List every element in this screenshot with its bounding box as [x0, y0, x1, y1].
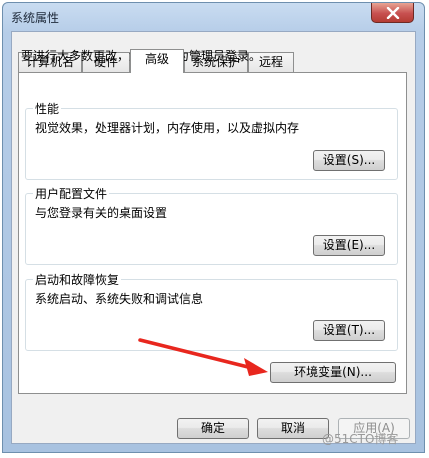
tab-label: 远程 — [258, 55, 283, 69]
startup-recovery-label: 启动和故障恢复 — [33, 271, 122, 288]
performance-desc: 视觉效果，处理器计划，内存使用，以及虚拟内存 — [35, 121, 300, 135]
performance-group: 性能 视觉效果，处理器计划，内存使用，以及虚拟内存 设置(S)... — [25, 100, 398, 180]
user-profiles-group: 用户配置文件 与您登录有关的桌面设置 设置(E)... — [25, 185, 398, 265]
cancel-button[interactable]: 取消 — [257, 418, 329, 439]
ok-button[interactable]: 确定 — [177, 418, 249, 439]
environment-variables-button[interactable]: 环境变量(N)... — [270, 362, 396, 383]
window-title: 系统属性 — [11, 11, 60, 25]
startup-recovery-settings-button[interactable]: 设置(T)... — [313, 320, 385, 341]
startup-recovery-desc: 系统启动、系统失败和调试信息 — [35, 292, 204, 306]
user-profiles-desc: 与您登录有关的桌面设置 — [35, 206, 168, 220]
performance-label: 性能 — [33, 100, 62, 117]
tab-advanced[interactable]: 高级 — [130, 49, 184, 73]
user-profiles-label: 用户配置文件 — [33, 185, 110, 202]
startup-recovery-group: 启动和故障恢复 系统启动、系统失败和调试信息 设置(T)... — [25, 271, 398, 351]
watermark: @51CTO博客 — [322, 432, 399, 446]
performance-settings-button[interactable]: 设置(S)... — [313, 150, 385, 171]
close-button[interactable] — [371, 3, 414, 23]
close-icon — [386, 6, 399, 19]
tab-label: 高级 — [144, 52, 169, 66]
user-profiles-settings-button[interactable]: 设置(E)... — [313, 235, 385, 256]
